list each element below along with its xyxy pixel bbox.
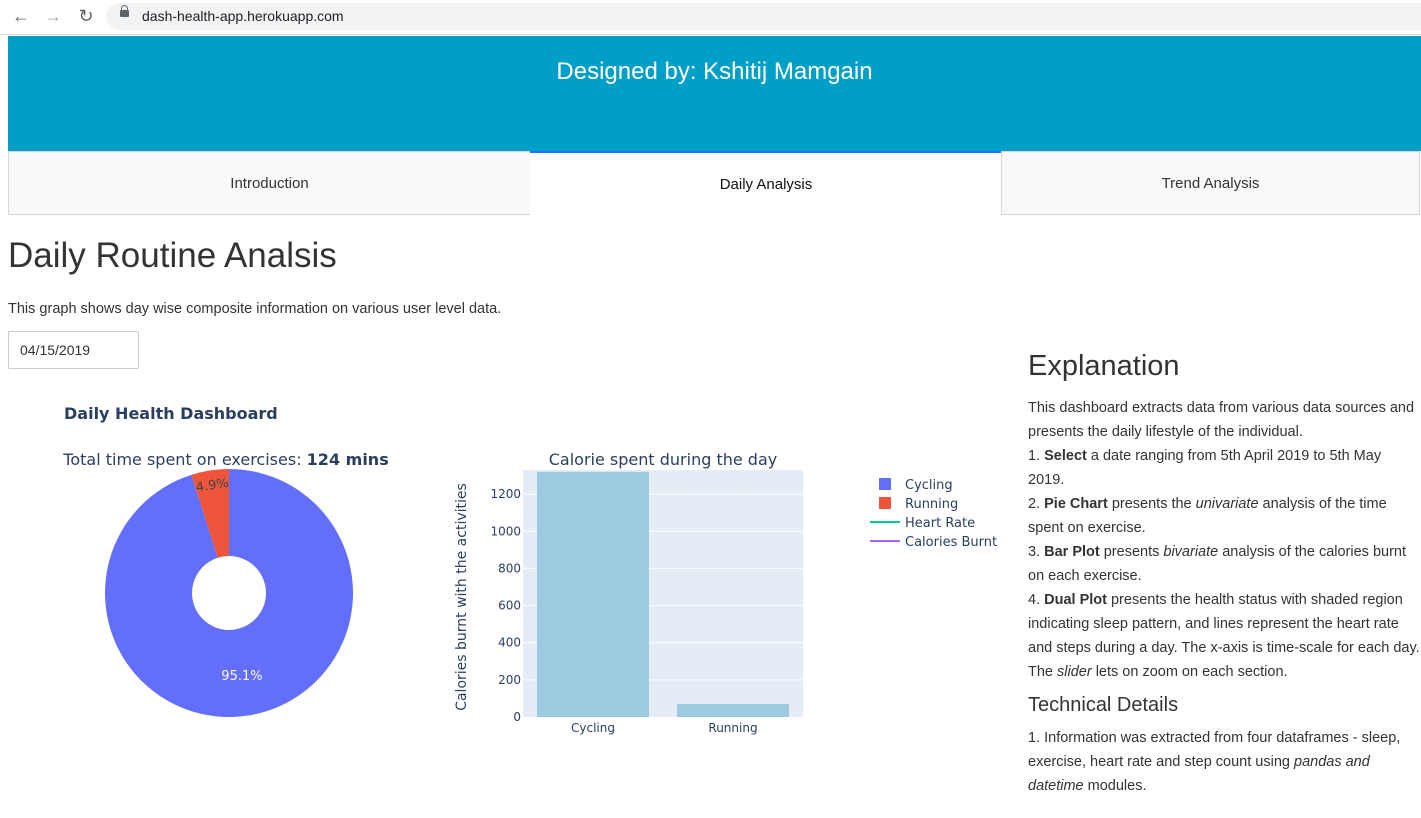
tab-daily-analysis[interactable]: Daily Analysis — [530, 151, 1002, 215]
legend-label[interactable]: Cycling — [905, 478, 953, 493]
explanation-item: 3. Bar Plot presents bivariate analysis … — [1028, 544, 1406, 584]
header-banner: Designed by: Kshitij Mamgain — [8, 36, 1421, 151]
technical-details-heading: Technical Details — [1028, 694, 1179, 716]
tab-trend-analysis[interactable]: Trend Analysis — [1001, 151, 1420, 215]
legend-label[interactable]: Calories Burnt — [905, 535, 997, 550]
bar-running[interactable] — [677, 704, 789, 717]
header-title: Designed by: Kshitij Mamgain — [556, 58, 873, 85]
y-tick-label: 1200 — [490, 487, 521, 501]
pie-slice-label: 95.1% — [221, 669, 262, 684]
technical-details-item: 1. Information was extracted from four d… — [1028, 730, 1401, 794]
back-arrow-icon[interactable]: ← — [10, 6, 32, 26]
legend-label[interactable]: Running — [905, 497, 958, 512]
y-tick-label: 200 — [498, 673, 521, 687]
y-tick-label: 0 — [513, 710, 521, 724]
explanation-panel: Explanation This dashboard extracts data… — [1028, 348, 1421, 798]
y-tick-label: 400 — [498, 636, 521, 650]
explanation-heading: Explanation — [1028, 350, 1180, 382]
explanation-intro: This dashboard extracts data from variou… — [1028, 400, 1415, 440]
address-bar[interactable]: dash-health-app.herokuapp.com — [106, 3, 1421, 30]
tab-introduction[interactable]: Introduction — [8, 151, 531, 215]
y-tick-label: 800 — [498, 561, 521, 575]
lock-icon — [120, 5, 129, 17]
explanation-item: 1. Select a date ranging from 5th April … — [1028, 448, 1382, 488]
dashboard-title: Daily Health Dashboard — [64, 404, 278, 423]
y-tick-label: 600 — [498, 599, 521, 613]
forward-arrow-icon[interactable]: → — [42, 6, 64, 26]
explanation-item: 2. Pie Chart presents the univariate ana… — [1028, 496, 1387, 536]
url-text: dash-health-app.herokuapp.com — [142, 8, 344, 24]
bar-chart-title: Calorie spent during the day — [549, 450, 777, 469]
bar-chart: Calorie spent during the day Calories bu… — [454, 450, 803, 735]
bar-cycling[interactable] — [537, 471, 649, 717]
pie-chart: Total time spent on exercises: 124 mins … — [62, 450, 389, 717]
pie-title: Total time spent on exercises: 124 mins — [62, 450, 388, 469]
legend-swatch-icon — [879, 478, 891, 490]
bar-chart-ylabel: Calories burnt with the activities — [454, 483, 470, 711]
x-tick-label: Running — [708, 721, 757, 735]
date-picker-input[interactable] — [8, 331, 139, 369]
chart-legend: Cycling Running Heart Rate Calories Burnt — [870, 478, 997, 550]
page-description: This graph shows day wise composite info… — [8, 301, 502, 317]
legend-swatch-icon — [879, 497, 891, 509]
browser-toolbar: ← → ↻ dash-health-app.herokuapp.com — [0, 0, 1421, 35]
explanation-item: 4. Dual Plot presents the health status … — [1028, 592, 1420, 680]
legend-label[interactable]: Heart Rate — [905, 516, 975, 531]
x-tick-label: Cycling — [571, 721, 615, 735]
page-title: Daily Routine Analsis — [8, 236, 337, 275]
reload-icon[interactable]: ↻ — [75, 6, 97, 26]
y-tick-label: 1000 — [490, 524, 521, 538]
